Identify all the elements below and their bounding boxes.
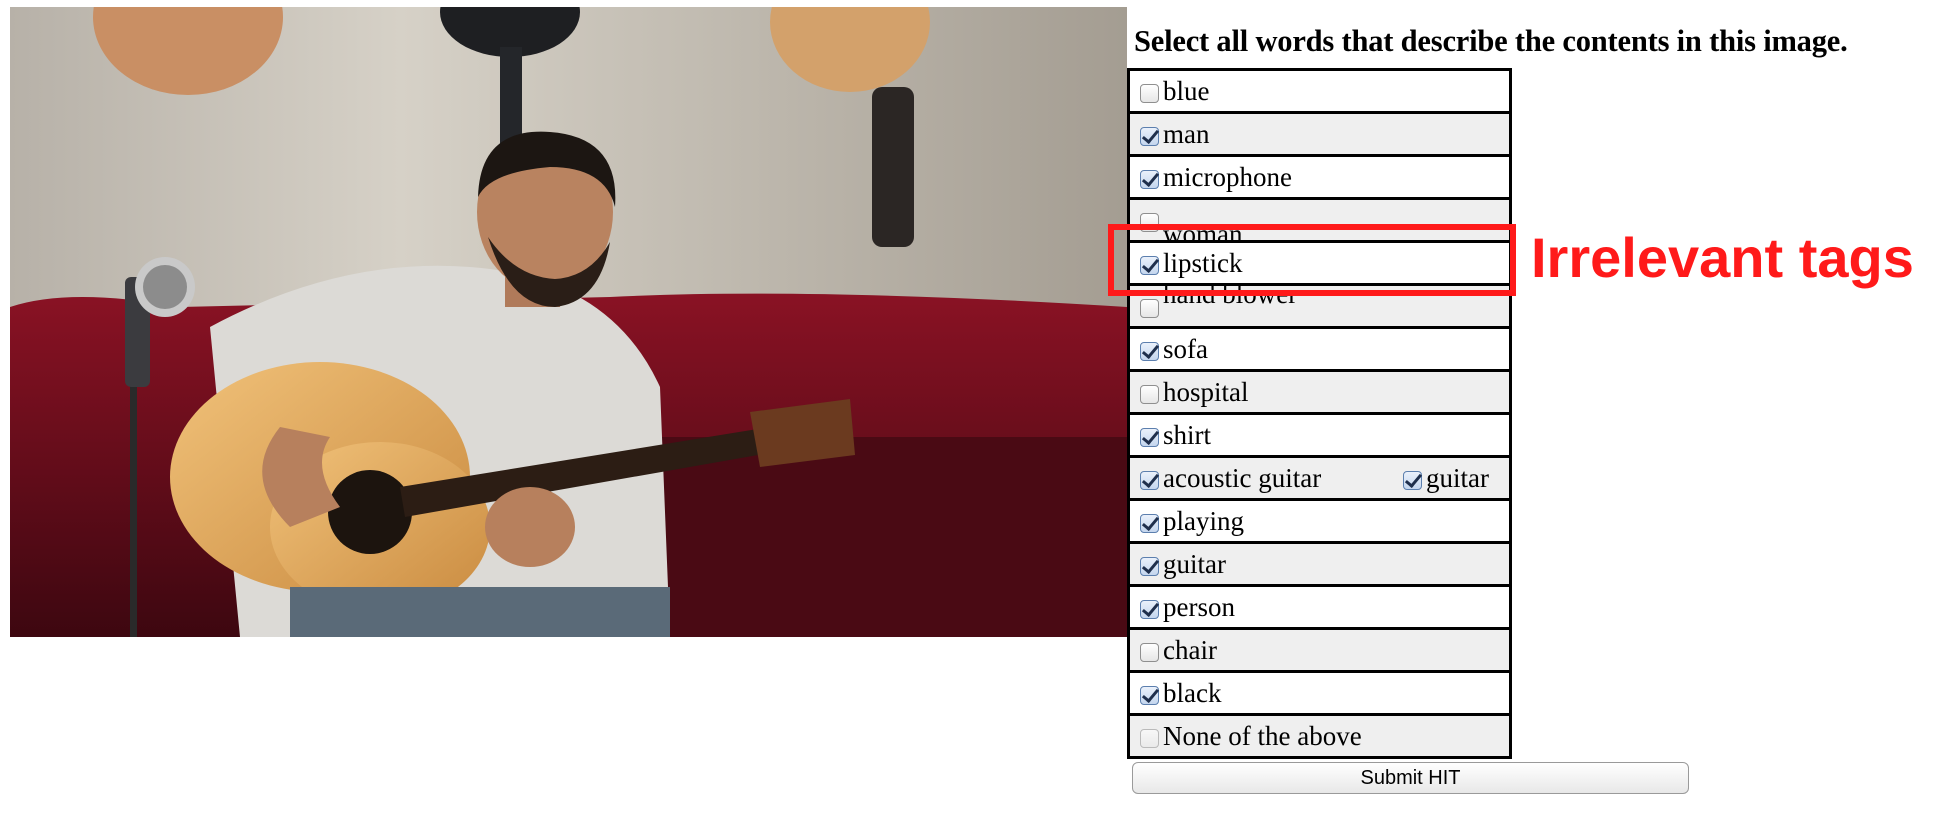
checkbox[interactable]: [1140, 169, 1159, 189]
checkbox[interactable]: [1140, 341, 1159, 361]
tag-checklist: blue man microphone woman lipstick hand …: [1127, 68, 1512, 759]
tag-option[interactable]: blue: [1140, 71, 1210, 111]
tag-row: sofa: [1130, 329, 1509, 372]
checkbox[interactable]: [1140, 642, 1159, 662]
tag-row: person: [1130, 587, 1509, 630]
tag-label: person: [1163, 592, 1235, 622]
tag-option[interactable]: shirt: [1140, 415, 1211, 455]
tag-row: hospital: [1130, 372, 1509, 415]
tag-option[interactable]: acoustic guitar: [1140, 458, 1321, 498]
tag-option[interactable]: guitar: [1140, 544, 1226, 584]
tag-row: None of the above: [1130, 716, 1509, 756]
checkbox[interactable]: [1140, 470, 1159, 490]
checkbox[interactable]: [1140, 599, 1159, 619]
tag-label: playing: [1163, 506, 1244, 536]
tag-label: blue: [1163, 76, 1210, 106]
checkbox[interactable]: [1403, 470, 1422, 490]
tag-option[interactable]: guitar: [1403, 458, 1489, 498]
tag-row: man: [1130, 114, 1509, 157]
photo: [10, 7, 1127, 637]
tag-label: guitar: [1163, 549, 1226, 579]
tag-label: microphone: [1163, 162, 1292, 192]
tag-option[interactable]: microphone: [1140, 157, 1292, 197]
checkbox[interactable]: [1140, 126, 1159, 146]
tag-row: guitar: [1130, 544, 1509, 587]
checkbox[interactable]: [1140, 83, 1159, 103]
checkbox[interactable]: [1140, 298, 1159, 318]
tag-option[interactable]: man: [1140, 114, 1210, 154]
tag-row: shirt: [1130, 415, 1509, 458]
tag-option[interactable]: playing: [1140, 501, 1244, 541]
checkbox[interactable]: [1140, 427, 1159, 447]
tag-row: microphone: [1130, 157, 1509, 200]
tag-row: black: [1130, 673, 1509, 716]
tag-label: sofa: [1163, 334, 1208, 364]
none-of-the-above-option[interactable]: None of the above: [1140, 716, 1362, 756]
tag-label: None of the above: [1163, 721, 1362, 751]
tag-label: black: [1163, 678, 1222, 708]
tag-option[interactable]: black: [1140, 673, 1221, 713]
tag-option[interactable]: person: [1140, 587, 1235, 627]
tag-label: shirt: [1163, 420, 1212, 450]
tag-label: guitar: [1426, 463, 1489, 493]
tag-label: man: [1163, 119, 1210, 149]
checkbox[interactable]: [1140, 728, 1159, 748]
checkbox[interactable]: [1140, 384, 1159, 404]
annotation-label: Irrelevant tags: [1531, 226, 1914, 289]
tag-option[interactable]: sofa: [1140, 329, 1208, 369]
tag-row: playing: [1130, 501, 1509, 544]
tag-label: chair: [1163, 635, 1217, 665]
tag-row: blue: [1130, 71, 1509, 114]
submit-button[interactable]: Submit HIT: [1132, 762, 1689, 794]
tag-row: chair: [1130, 630, 1509, 673]
checkbox[interactable]: [1140, 556, 1159, 576]
tag-row: acoustic guitar guitar: [1130, 458, 1509, 501]
checkbox[interactable]: [1140, 513, 1159, 533]
task-question: Select all words that describe the conte…: [1134, 24, 1848, 58]
tag-label: hospital: [1163, 377, 1249, 407]
tag-option[interactable]: chair: [1140, 630, 1217, 670]
highlight-box: [1108, 224, 1516, 296]
checkbox[interactable]: [1140, 685, 1159, 705]
tag-option[interactable]: hospital: [1140, 372, 1249, 412]
tag-label: acoustic guitar: [1163, 463, 1322, 493]
